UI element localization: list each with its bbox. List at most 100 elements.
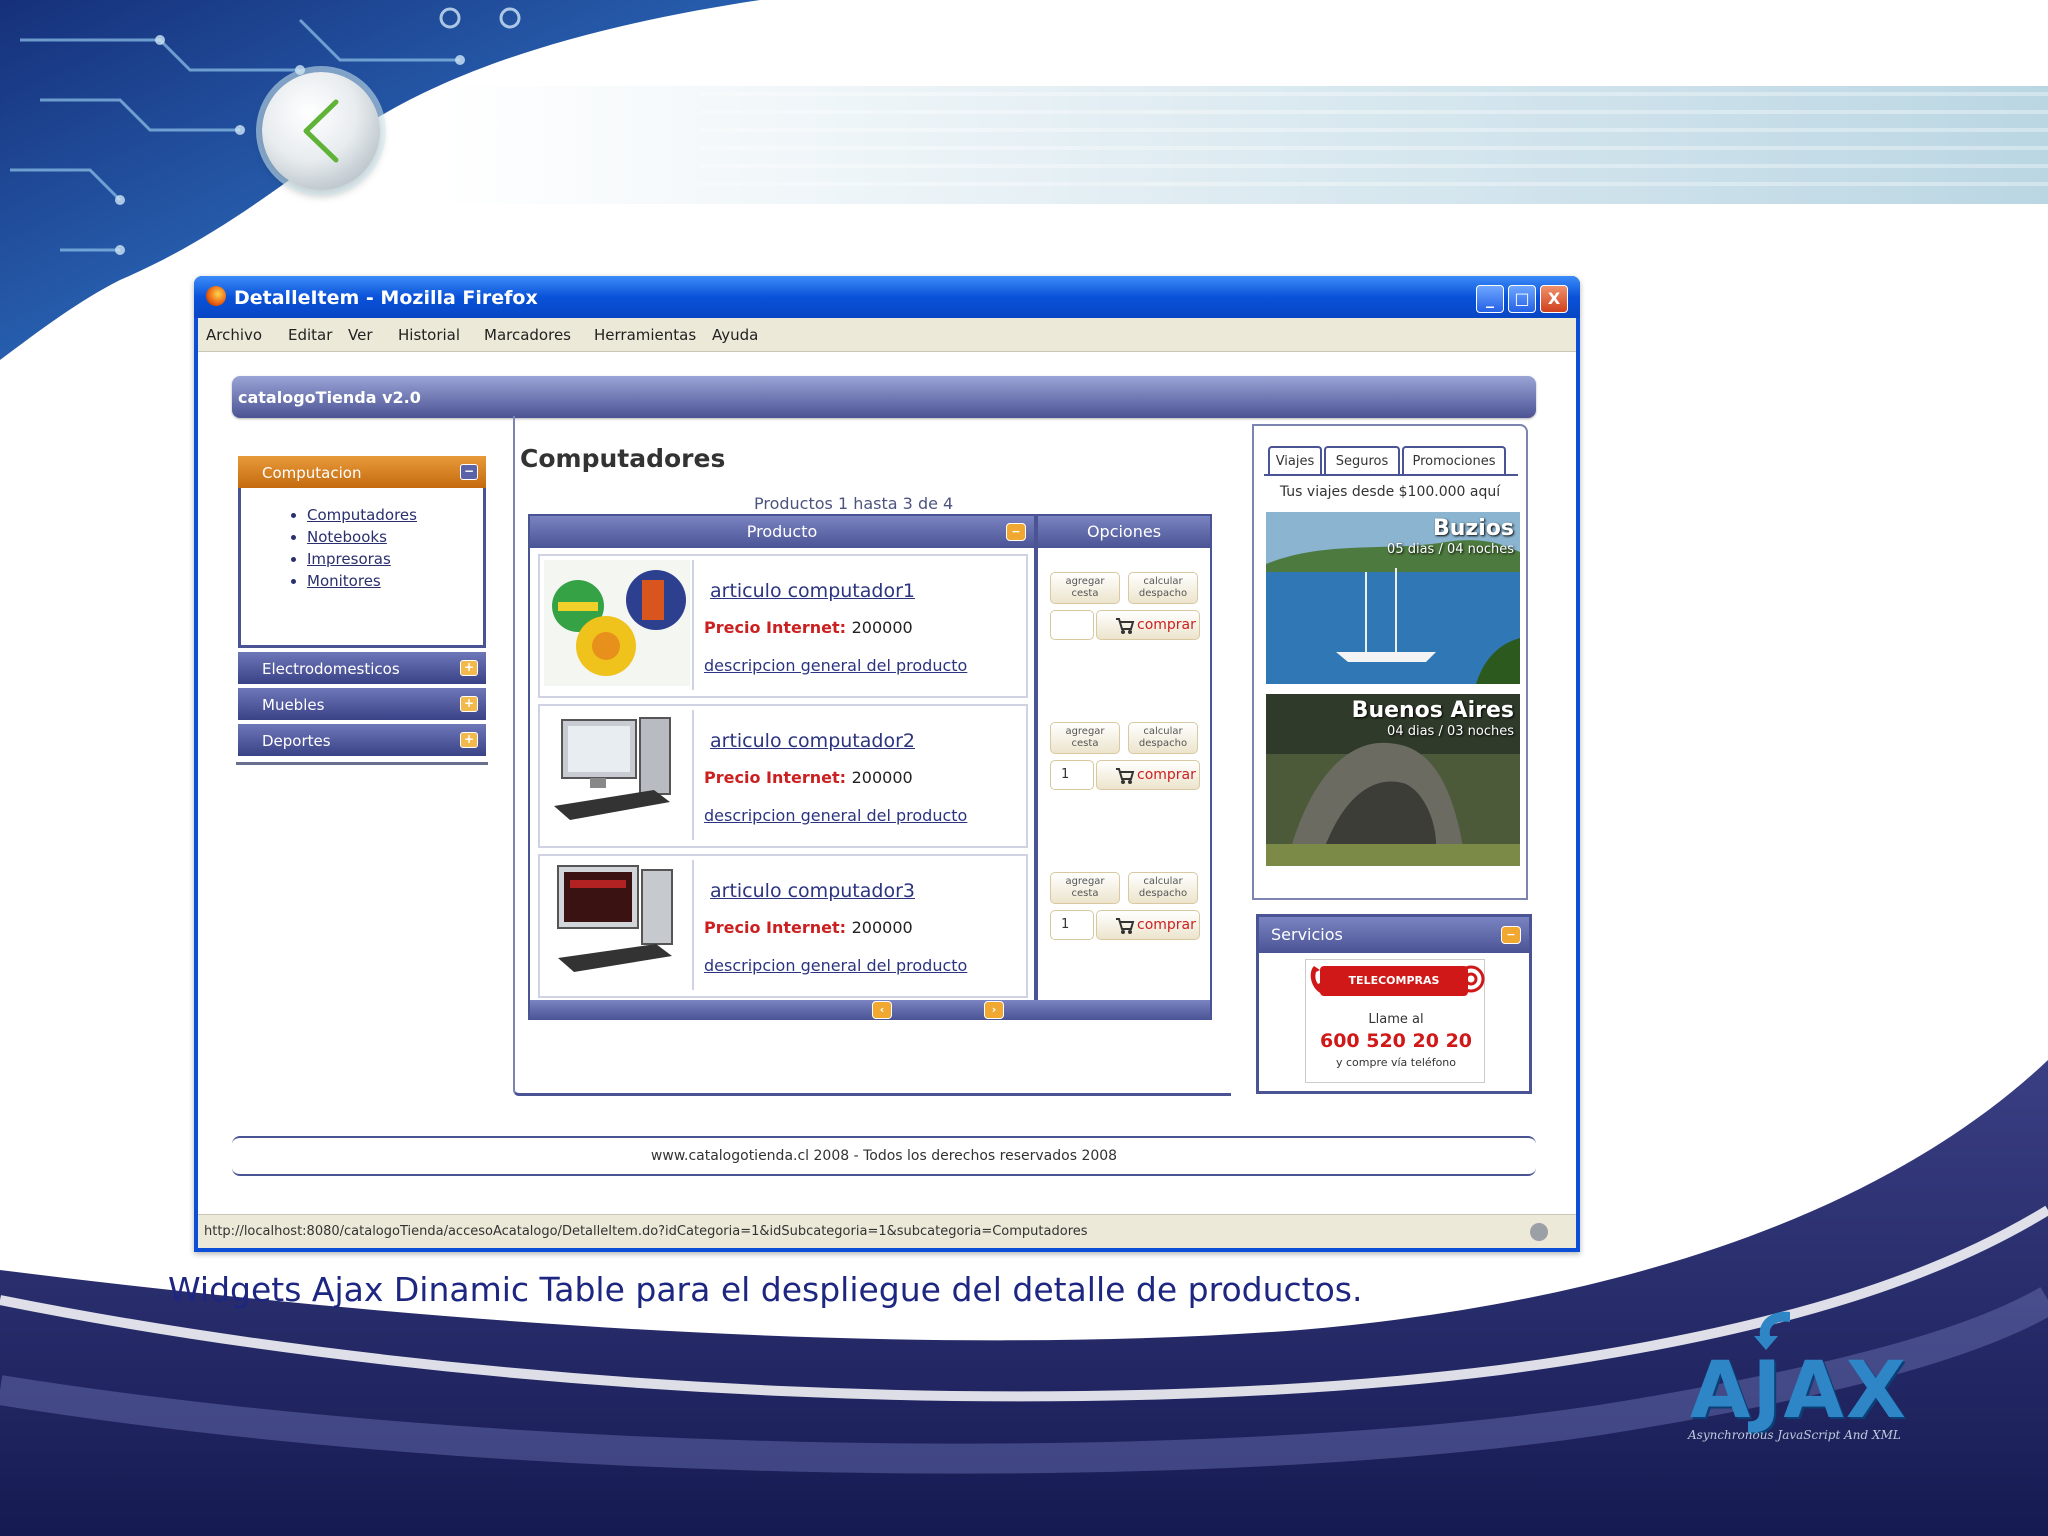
services-panel: Servicios − TELECOMPRAS Llame al 600 520… [1256, 914, 1532, 1094]
services-title: Servicios [1271, 925, 1343, 944]
call-subtext: y compre vía teléfono [1335, 1056, 1457, 1069]
telecompras-banner[interactable]: TELECOMPRAS Llame al 600 520 20 20 y com… [1305, 959, 1485, 1083]
call-label: Llame al [1368, 1012, 1424, 1027]
promo-subtitle: 05 dias / 04 noches [1387, 542, 1514, 557]
subcategory-box: Computadores Notebooks Impresoras Monito… [238, 488, 486, 648]
quantity-input[interactable]: 1 [1050, 760, 1094, 790]
product-link[interactable]: articulo computador3 [710, 880, 915, 902]
product-price: Precio Internet: 200000 [704, 918, 913, 937]
column-header-label: Producto [746, 522, 818, 541]
category-label: Deportes [262, 732, 331, 750]
promo-buenos-aires[interactable]: Buenos Aires 04 dias / 03 noches [1266, 694, 1520, 866]
product-link[interactable]: articulo computador2 [710, 730, 915, 752]
minimize-button[interactable]: _ [1476, 285, 1504, 313]
expand-icon[interactable]: + [460, 732, 478, 748]
phone-icon [1310, 966, 1328, 994]
title-bar: DetalleItem - Mozilla Firefox _ □ X [194, 276, 1580, 318]
add-to-cart-button[interactable]: agregar cesta [1050, 572, 1120, 604]
back-button[interactable] [262, 72, 380, 190]
price-label: Precio Internet: [704, 618, 847, 637]
close-button[interactable]: X [1540, 285, 1568, 313]
buy-label: comprar [1137, 617, 1196, 633]
calculate-shipping-button[interactable]: calcular despacho [1128, 572, 1198, 604]
status-icon [1530, 1223, 1548, 1241]
price-value: 200000 [851, 768, 913, 787]
price-label: Precio Internet: [704, 918, 847, 937]
menu-marcadores[interactable]: Marcadores [484, 326, 571, 344]
product-description[interactable]: descripcion general del producto [704, 956, 967, 975]
subcategory-impresoras[interactable]: Impresoras [307, 550, 483, 572]
category-label: Computacion [262, 464, 362, 482]
chevron-left-icon [303, 99, 339, 163]
quantity-input[interactable]: 1 [1050, 910, 1094, 940]
column-header-product[interactable]: Producto − [530, 516, 1034, 548]
status-bar: http://localhost:8080/catalogoTienda/acc… [198, 1214, 1576, 1248]
tab-seguros[interactable]: Seguros [1324, 446, 1400, 474]
prev-page-button[interactable]: ‹ [872, 1001, 892, 1019]
collapse-icon[interactable]: − [460, 464, 478, 480]
divider [236, 762, 488, 765]
cart-icon [1116, 768, 1135, 784]
collapse-icon[interactable]: − [1501, 926, 1521, 944]
subcategory-list: Computadores Notebooks Impresoras Monito… [285, 506, 483, 594]
buy-button[interactable]: comprar [1096, 910, 1200, 940]
buy-label: comprar [1137, 767, 1196, 783]
tab-promociones[interactable]: Promociones [1402, 446, 1506, 474]
app-title: catalogoTienda v2.0 [238, 388, 421, 407]
services-header[interactable]: Servicios − [1259, 917, 1529, 953]
column-header-options: Opciones [1038, 516, 1210, 548]
status-url: http://localhost:8080/catalogoTienda/acc… [204, 1224, 1088, 1239]
add-to-cart-button[interactable]: agregar cesta [1050, 722, 1120, 754]
promo-caption: Tus viajes desde $100.000 aquí [1279, 484, 1501, 500]
promo-panel: Viajes Seguros Promociones Tus viajes de… [1252, 424, 1528, 900]
buy-button[interactable]: comprar [1096, 760, 1200, 790]
buy-button[interactable]: comprar [1096, 610, 1200, 640]
subcategory-monitores[interactable]: Monitores [307, 572, 483, 594]
menu-editar[interactable]: Editar [288, 326, 332, 344]
tab-divider [1264, 474, 1518, 476]
calculate-shipping-button[interactable]: calcular despacho [1128, 872, 1198, 904]
window-title: DetalleItem - Mozilla Firefox [234, 287, 538, 309]
table-row: articulo computador1 Precio Internet: 20… [538, 554, 1028, 698]
add-to-cart-button[interactable]: agregar cesta [1050, 872, 1120, 904]
pagination-bar: ‹ › [530, 1000, 1210, 1020]
maximize-button[interactable]: □ [1508, 285, 1536, 313]
next-page-button[interactable]: › [984, 1001, 1004, 1019]
product-image [544, 860, 694, 990]
desktop-computer-image [544, 710, 690, 836]
product-description[interactable]: descripcion general del producto [704, 806, 967, 825]
menu-historial[interactable]: Historial [398, 326, 460, 344]
page-title: Computadores [520, 444, 726, 473]
product-link[interactable]: articulo computador1 [710, 580, 915, 602]
category-electrodomesticos[interactable]: Electrodomesticos + [238, 648, 486, 684]
calculate-shipping-button[interactable]: calcular despacho [1128, 722, 1198, 754]
slide-caption: Widgets Ajax Dinamic Table para el despl… [168, 1270, 1363, 1309]
product-description[interactable]: descripcion general del producto [704, 656, 967, 675]
product-image [544, 710, 694, 840]
category-computacion[interactable]: Computacion − [238, 456, 486, 488]
subcategory-notebooks[interactable]: Notebooks [307, 528, 483, 550]
menu-archivo[interactable]: Archivo [206, 326, 262, 344]
desktop-computer-image [544, 860, 690, 986]
sort-icon[interactable]: − [1006, 523, 1026, 541]
menu-herramientas[interactable]: Herramientas [594, 326, 696, 344]
quantity-input[interactable] [1050, 610, 1094, 640]
page-footer: www.catalogotienda.cl 2008 - Todos los d… [232, 1136, 1536, 1176]
promo-subtitle: 04 dias / 03 noches [1387, 724, 1514, 739]
slide: DetalleItem - Mozilla Firefox _ □ X Arch… [0, 0, 2048, 1536]
product-table: Producto − Opciones articulo computador1… [528, 514, 1212, 1020]
logo-text: AJAX [1690, 1346, 1908, 1436]
expand-icon[interactable]: + [460, 696, 478, 712]
tab-viajes[interactable]: Viajes [1268, 446, 1322, 474]
expand-icon[interactable]: + [460, 660, 478, 676]
column-divider [1034, 516, 1038, 1000]
price-value: 200000 [851, 918, 913, 937]
promo-buzios[interactable]: Buzios 05 dias / 04 noches [1266, 512, 1520, 684]
menu-ver[interactable]: Ver [348, 326, 373, 344]
category-deportes[interactable]: Deportes + [238, 720, 486, 756]
menu-ayuda[interactable]: Ayuda [712, 326, 758, 344]
category-muebles[interactable]: Muebles + [238, 684, 486, 720]
footer-text: www.catalogotienda.cl 2008 - Todos los d… [650, 1148, 1118, 1164]
subcategory-computadores[interactable]: Computadores [307, 506, 483, 528]
telecompras-brand: TELECOMPRAS [1320, 966, 1468, 996]
